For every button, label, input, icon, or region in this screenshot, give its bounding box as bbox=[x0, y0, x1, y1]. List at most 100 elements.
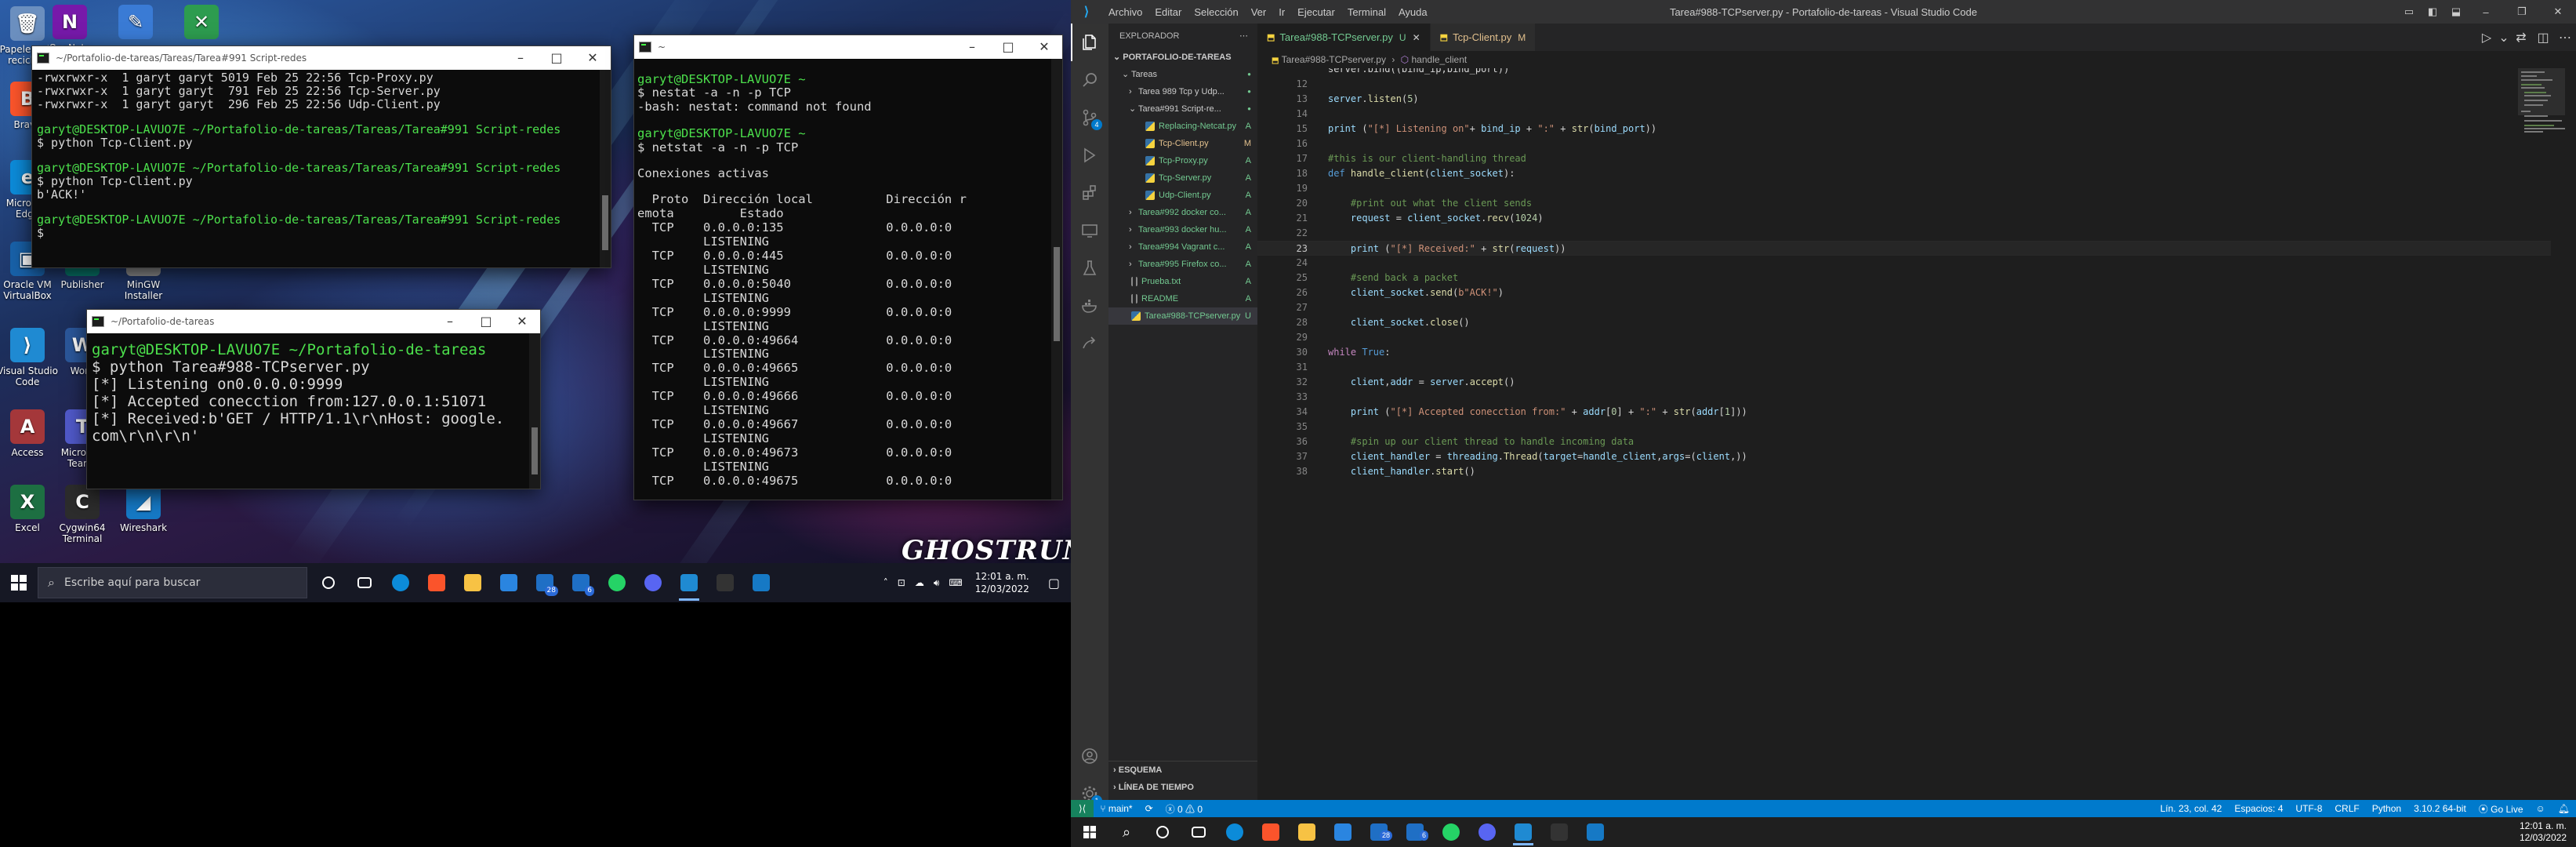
brave-icon[interactable] bbox=[419, 563, 455, 602]
notifications-icon[interactable]: ▢ bbox=[1037, 576, 1071, 591]
problems-indicator[interactable]: ⓧ 0 ⚠ 0 bbox=[1159, 802, 1209, 816]
code-line[interactable]: 31 bbox=[1257, 360, 2551, 375]
remote-icon[interactable]: ⟩⟨ bbox=[1071, 800, 1094, 817]
scrollbar[interactable] bbox=[529, 333, 540, 489]
edge-icon[interactable] bbox=[1217, 817, 1253, 847]
terminal-window-portafolio[interactable]: ~/Portafolio-de-tareas – □ ✕ garyt@DESKT… bbox=[86, 309, 541, 489]
code-line[interactable]: 20 #print out what the client sends bbox=[1257, 196, 2551, 211]
more-actions-icon[interactable]: ⋯ bbox=[2554, 30, 2576, 45]
more-actions-icon[interactable]: ⋯ bbox=[1239, 24, 1248, 49]
code-line[interactable]: 18 def handle_client(client_socket): bbox=[1257, 166, 2551, 181]
code-line[interactable]: 33 bbox=[1257, 390, 2551, 405]
desktop-icon[interactable]: C Cygwin64 Terminal bbox=[49, 485, 116, 544]
code-line[interactable]: 13 server.listen(5) bbox=[1257, 92, 2551, 107]
scrollbar[interactable] bbox=[600, 70, 611, 267]
menu-item[interactable]: Editar bbox=[1148, 6, 1188, 18]
menu-item[interactable]: Ayuda bbox=[1392, 6, 1434, 18]
layout-toggle-icon[interactable]: ▭ bbox=[2397, 5, 2421, 18]
outline-section[interactable]: › ESQUEMA bbox=[1108, 762, 1257, 779]
explorer-icon[interactable] bbox=[1289, 817, 1325, 847]
wireshark-icon[interactable] bbox=[1577, 817, 1613, 847]
go-live-button[interactable]: ⦿ Go Live bbox=[2473, 802, 2530, 816]
terminal-output[interactable]: -rwxrwxr-x 1 garyt garyt 5019 Feb 25 22:… bbox=[32, 70, 611, 267]
extensions-icon[interactable] bbox=[1071, 174, 1108, 212]
code-line[interactable]: 26 client_socket.send(b"ACK!") bbox=[1257, 285, 2551, 300]
tree-file[interactable]: Tarea#988-TCPserver.py U bbox=[1108, 307, 1257, 325]
tree-file[interactable]: Tcp-Proxy.py A bbox=[1108, 152, 1257, 169]
menu-item[interactable]: Terminal bbox=[1341, 6, 1392, 18]
maximize-button[interactable]: □ bbox=[539, 46, 575, 70]
timeline-section[interactable]: › LÍNEA DE TIEMPO bbox=[1108, 779, 1257, 796]
code-line[interactable]: 17 #this is our client-handling thread bbox=[1257, 151, 2551, 166]
whatsapp-icon[interactable] bbox=[1433, 817, 1469, 847]
close-tab-icon[interactable]: ✕ bbox=[1413, 32, 1420, 43]
close-button[interactable]: ✕ bbox=[2540, 5, 2576, 18]
docker-icon[interactable] bbox=[1071, 287, 1108, 325]
tree-folder[interactable]: ⌄ Tareas ● bbox=[1108, 66, 1257, 83]
terminal-window-home[interactable]: ~ – □ ✕ garyt@DESKTOP-LAVUO7E ~ $ nestat … bbox=[633, 35, 1063, 500]
code-editor[interactable]: server.bind((bind_ip,bind_port)) 12 13 ser… bbox=[1257, 68, 2551, 800]
desktop-icon[interactable]: ◢ Wireshark bbox=[110, 485, 177, 533]
breadcrumb-file[interactable]: Tarea#988-TCPserver.py bbox=[1282, 54, 1386, 65]
accounts-icon[interactable] bbox=[1071, 737, 1108, 775]
maximize-button[interactable]: □ bbox=[990, 35, 1026, 59]
menu-item[interactable]: Archivo bbox=[1102, 6, 1148, 18]
vscode-icon[interactable] bbox=[1505, 817, 1541, 847]
code-line[interactable]: 38 client_handler.start() bbox=[1257, 464, 2551, 479]
search-icon[interactable]: ⌕ bbox=[1108, 817, 1145, 847]
wireshark-icon[interactable] bbox=[743, 563, 779, 602]
feedback-icon[interactable]: ☺ bbox=[2530, 803, 2552, 814]
end-of-line[interactable]: CRLF bbox=[2328, 803, 2365, 814]
code-line[interactable]: 34 print ("[*] Accepted conecction from:… bbox=[1257, 405, 2551, 420]
store-icon[interactable] bbox=[491, 563, 527, 602]
branch-indicator[interactable]: ⑂ main* bbox=[1094, 803, 1138, 814]
tree-file[interactable]: Replacing-Netcat.py A bbox=[1108, 118, 1257, 135]
chevron-down-icon[interactable]: ⌄ bbox=[2498, 30, 2510, 45]
task-view-icon[interactable] bbox=[346, 563, 383, 602]
menu-item[interactable]: Ir bbox=[1272, 6, 1291, 18]
terminal-titlebar[interactable]: ~/Portafolio-de-tareas – □ ✕ bbox=[87, 310, 540, 333]
terminal-icon[interactable] bbox=[1541, 817, 1577, 847]
tab-inactive[interactable]: ⬒ Tcp-Client.py M bbox=[1430, 24, 1537, 51]
minimize-button[interactable]: – bbox=[432, 310, 468, 333]
desktop-icon[interactable]: ✎ bbox=[102, 5, 169, 42]
mail-icon[interactable]: 28 bbox=[527, 563, 563, 602]
tree-folder[interactable]: › Tarea#995 Firefox co... A bbox=[1108, 256, 1257, 273]
whatsapp-icon[interactable] bbox=[599, 563, 635, 602]
sync-icon[interactable]: ⟳ bbox=[1139, 803, 1159, 814]
code-line[interactable]: 16 bbox=[1257, 136, 2551, 151]
terminal-icon[interactable] bbox=[707, 563, 743, 602]
code-line[interactable]: 29 bbox=[1257, 330, 2551, 345]
clock[interactable]: 12:01 a. m. 12/03/2022 bbox=[967, 570, 1037, 595]
tray-chevron-icon[interactable]: ˄ bbox=[879, 577, 893, 588]
cortana-icon[interactable] bbox=[310, 563, 346, 602]
terminal-output[interactable]: garyt@DESKTOP-LAVUO7E ~ $ nestat -a -n -p… bbox=[634, 59, 1062, 500]
calendar-icon[interactable]: 6 bbox=[563, 563, 599, 602]
maximize-button[interactable]: □ bbox=[468, 310, 504, 333]
code-line[interactable]: 35 bbox=[1257, 420, 2551, 434]
code-line[interactable]: 32 client,addr = server.accept() bbox=[1257, 375, 2551, 390]
mail-icon[interactable]: 28 bbox=[1361, 817, 1397, 847]
encoding[interactable]: UTF-8 bbox=[2289, 803, 2328, 814]
code-line[interactable]: 21 request = client_socket.recv(1024) bbox=[1257, 211, 2551, 226]
tree-file[interactable]: Tcp-Server.py A bbox=[1108, 169, 1257, 187]
workspace-section[interactable]: ⌄ PORTAFOLIO-DE-TAREAS bbox=[1108, 49, 1257, 66]
task-view-icon[interactable] bbox=[1181, 817, 1217, 847]
terminal-output[interactable]: garyt@DESKTOP-LAVUO7E ~/Portafolio-de-ta… bbox=[87, 333, 540, 489]
minimap[interactable] bbox=[2518, 68, 2565, 186]
notifications-bell-icon[interactable]: 🔔︎ bbox=[2552, 803, 2576, 814]
close-button[interactable]: ✕ bbox=[504, 310, 540, 333]
network-icon[interactable]: ⊡ bbox=[893, 577, 910, 588]
python-interpreter[interactable]: 3.10.2 64-bit bbox=[2407, 803, 2473, 814]
testing-icon[interactable] bbox=[1071, 249, 1108, 287]
close-button[interactable]: ✕ bbox=[575, 46, 611, 70]
terminal-titlebar[interactable]: ~ – □ ✕ bbox=[634, 35, 1062, 59]
tree-file[interactable]: Prueba.txt A bbox=[1108, 273, 1257, 290]
search-box[interactable]: ⌕ Escribe aquí para buscar bbox=[38, 567, 307, 598]
indentation[interactable]: Espacios: 4 bbox=[2228, 803, 2289, 814]
explorer-icon[interactable] bbox=[455, 563, 491, 602]
code-line[interactable]: 12 bbox=[1257, 77, 2551, 92]
tree-folder[interactable]: ⌄ Tarea#991 Script-re... ● bbox=[1108, 100, 1257, 118]
menu-item[interactable]: Ver bbox=[1245, 6, 1273, 18]
language-mode[interactable]: Python bbox=[2366, 803, 2407, 814]
